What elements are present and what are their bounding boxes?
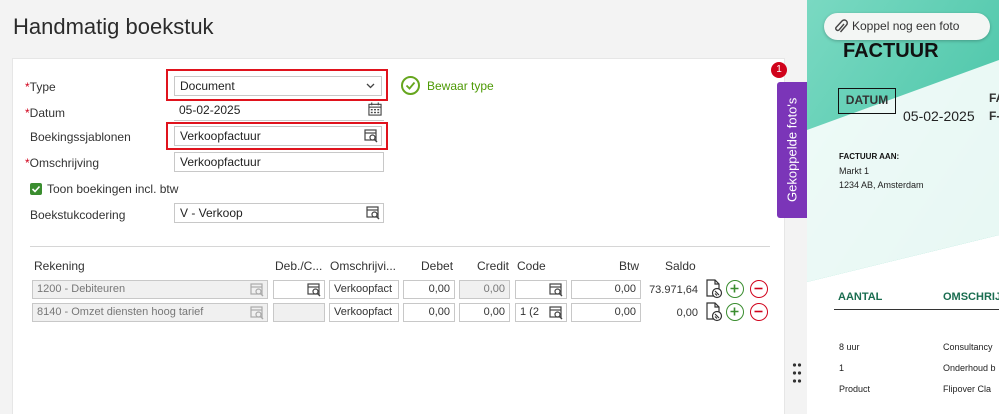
invoice-header-line [834, 309, 999, 310]
linked-photos-tab-label[interactable]: Gekoppelde foto's [777, 82, 807, 218]
code-value: 1 (2 [520, 306, 539, 318]
invoice-col-omschrijving: OMSCHRIJ [943, 291, 999, 303]
type-select-value: Document [180, 79, 235, 93]
rekening-field[interactable]: 1200 - Debiteuren [32, 280, 268, 299]
datum-input[interactable]: 05-02-2025 [174, 101, 384, 121]
lookup-icon[interactable] [549, 306, 563, 320]
toon-btw-label: Toon boekingen incl. btw [47, 182, 179, 196]
minus-icon [754, 287, 763, 290]
debet-cell[interactable]: 0,00 [403, 280, 455, 299]
invoice-fa-label: FA [989, 91, 999, 105]
codering-value: V - Verkoop [180, 206, 243, 220]
invoice-line-omschr: Consultancy [943, 342, 993, 352]
codering-label: Boekstukcodering [30, 208, 126, 222]
omschrijving-label: *Omschrijving [25, 156, 99, 170]
invoice-line-aantal: Product [839, 384, 871, 394]
invoice-date: 05-02-2025 [903, 108, 975, 124]
col-saldo: Saldo [665, 259, 696, 273]
credit-cell[interactable]: 0,00 [459, 303, 510, 322]
lookup-icon[interactable] [250, 306, 264, 320]
omschrijving-cell[interactable]: Verkoopfact [329, 303, 399, 322]
invoice-line-omschr: Onderhoud b [943, 363, 996, 373]
sjablonen-label: Boekingssjablonen [30, 130, 131, 144]
save-type-link[interactable]: Bewaar type [427, 79, 494, 93]
linked-photos-badge: 1 [771, 62, 787, 78]
form-card [12, 58, 785, 414]
invoice-title: FACTUUR [843, 40, 939, 62]
invoice-number-prefix: F- [989, 109, 999, 123]
invoice-address-line1: Markt 1 [839, 166, 870, 176]
saldo-value: 0,00 [676, 307, 698, 319]
checkmark-icon [31, 185, 41, 193]
rekening-value: 1200 - Debiteuren [37, 283, 126, 295]
type-label-text: Type [29, 80, 56, 94]
col-credit: Credit [477, 259, 510, 273]
plus-icon [730, 284, 739, 293]
add-row-button[interactable] [726, 280, 744, 298]
calendar-icon[interactable] [368, 102, 382, 116]
codering-input[interactable]: V - Verkoop [174, 203, 384, 223]
invoice-datum-box: DATUM [838, 88, 896, 114]
add-row-button[interactable] [726, 303, 744, 321]
check-circle-icon[interactable] [401, 76, 420, 95]
document-attach-icon[interactable] [704, 279, 724, 299]
plus-icon [730, 307, 739, 316]
col-debcred: Deb./C... [275, 259, 323, 273]
debet-cell[interactable]: 0,00 [403, 303, 455, 322]
koppel-foto-label: Koppel nog een foto [852, 19, 960, 33]
debcred-field[interactable] [273, 303, 325, 322]
type-label: *Type [25, 80, 56, 94]
col-omschrijving: Omschrijvi... [330, 259, 396, 273]
document-attach-icon[interactable] [704, 302, 724, 322]
invoice-line-aantal: 8 uur [839, 342, 860, 352]
section-divider [30, 246, 770, 247]
type-select[interactable]: Document [174, 76, 382, 96]
lookup-icon[interactable] [307, 283, 321, 297]
omschrijving-input[interactable]: Verkoopfactuur [174, 152, 384, 172]
sjablonen-input[interactable]: Verkoopfactuur [174, 126, 382, 146]
paperclip-icon [835, 19, 848, 33]
credit-cell[interactable]: 0,00 [459, 280, 510, 299]
invoice-line-omschr: Flipover Cla [943, 384, 992, 394]
invoice-line-aantal: 1 [839, 363, 845, 373]
btw-cell[interactable]: 0,00 [571, 280, 641, 299]
sjablonen-value: Verkoopfactuur [180, 129, 261, 143]
remove-row-button[interactable] [750, 303, 768, 321]
lookup-icon[interactable] [250, 283, 264, 297]
page-title: Handmatig boekstuk [13, 14, 214, 39]
code-field[interactable] [515, 280, 567, 299]
col-code: Code [517, 259, 546, 273]
datum-label-text: Datum [29, 106, 66, 120]
invoice-address-line2: 1234 AB, Amsterdam [839, 180, 924, 190]
saldo-value: 73.971,64 [649, 284, 698, 296]
omschrijving-label-text: Omschrijving [29, 156, 100, 170]
lookup-icon[interactable] [549, 283, 563, 297]
drag-handle-icon[interactable] [792, 362, 802, 384]
col-rekening: Rekening [34, 259, 85, 273]
lookup-icon[interactable] [364, 129, 378, 143]
col-debet: Debet [421, 259, 454, 273]
invoice-to-label: FACTUUR AAN: [839, 152, 900, 161]
minus-icon [754, 310, 763, 313]
toon-btw-checkbox[interactable] [30, 183, 42, 195]
omschrijving-value: Verkoopfactuur [180, 155, 261, 169]
btw-cell[interactable]: 0,00 [571, 303, 641, 322]
invoice-col-aantal: AANTAL [838, 291, 883, 303]
code-field[interactable]: 1 (2 [515, 303, 567, 322]
debcred-field[interactable] [273, 280, 325, 299]
remove-row-button[interactable] [750, 280, 768, 298]
lookup-icon[interactable] [366, 206, 380, 220]
rekening-field[interactable]: 8140 - Omzet diensten hoog tarief [32, 303, 268, 322]
datum-value: 05-02-2025 [179, 103, 241, 117]
chevron-down-icon [366, 83, 375, 89]
datum-label: *Datum [25, 106, 65, 120]
koppel-foto-button[interactable]: Koppel nog een foto [824, 13, 990, 40]
rekening-value: 8140 - Omzet diensten hoog tarief [37, 306, 204, 318]
col-btw: Btw [619, 259, 640, 273]
omschrijving-cell[interactable]: Verkoopfact [329, 280, 399, 299]
